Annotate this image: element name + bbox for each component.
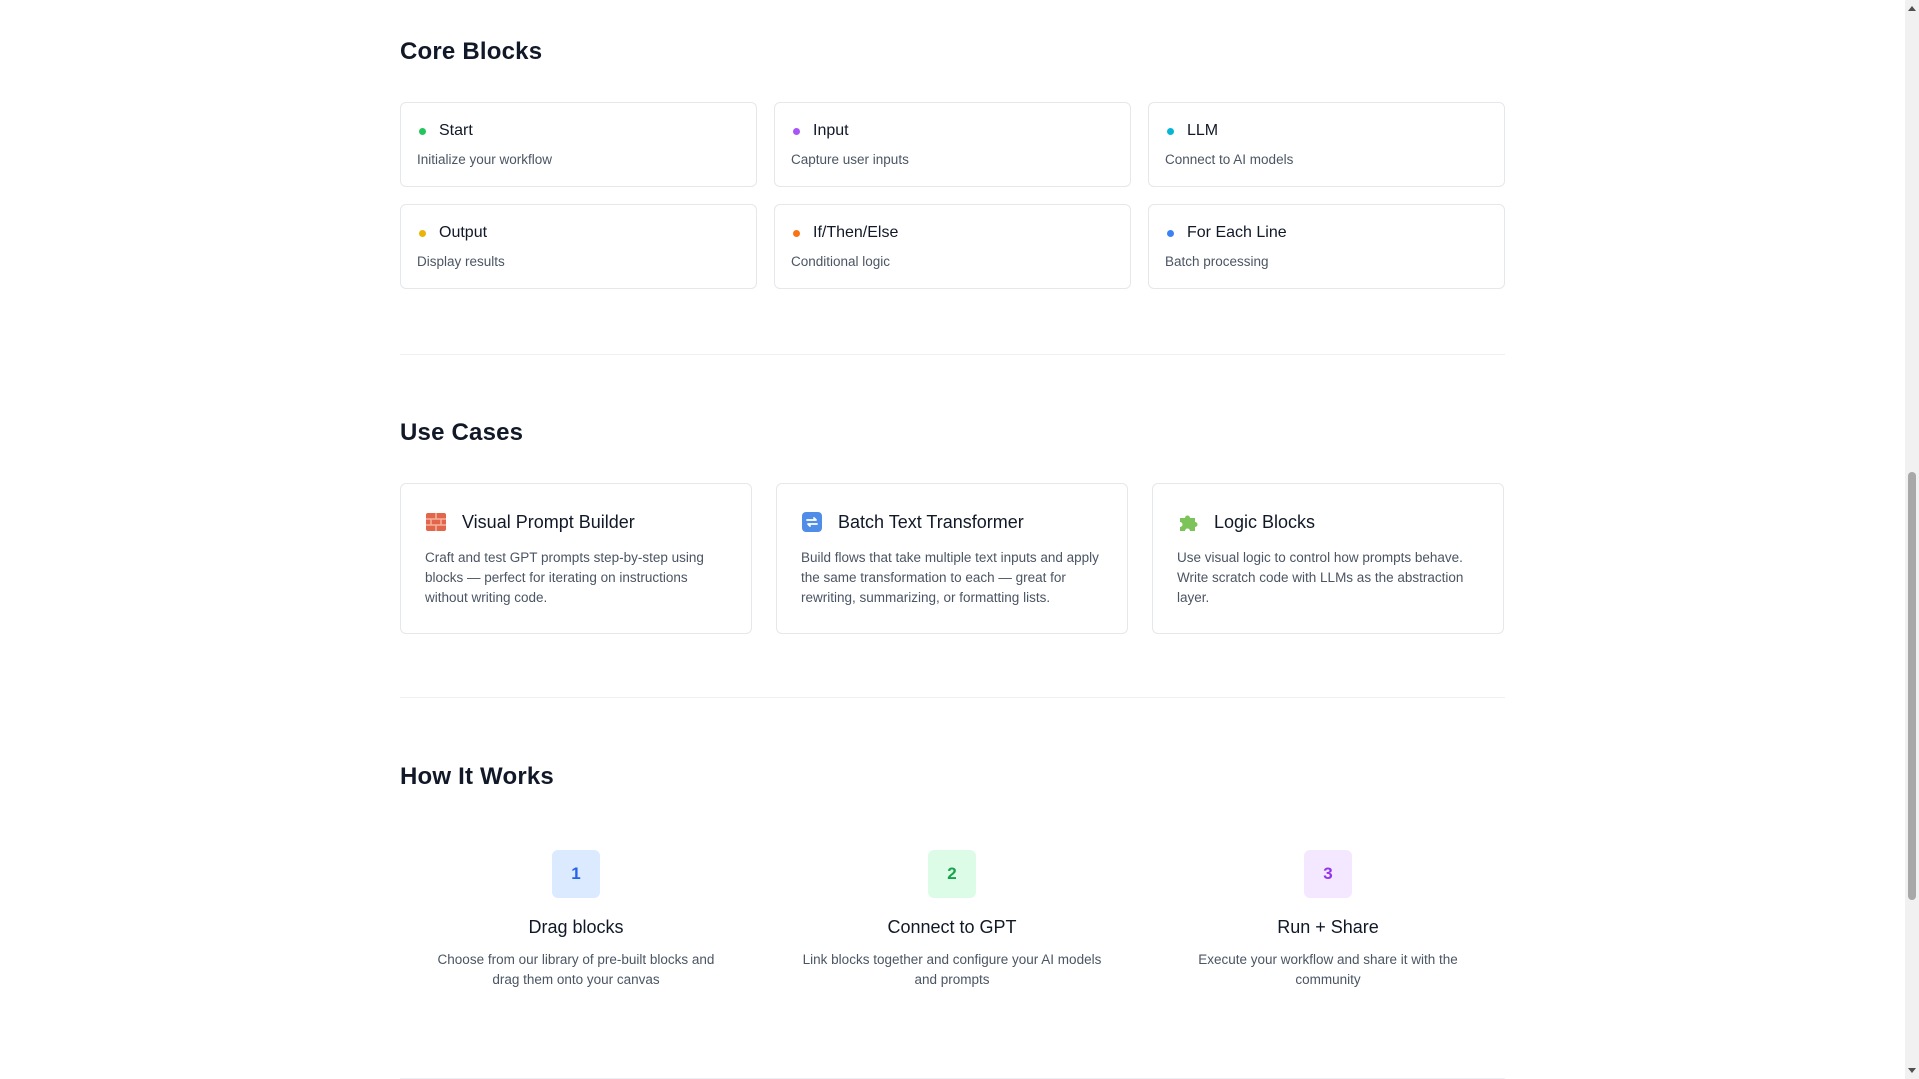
how-it-works-steps: 1 Drag blocks Choose from our library of… (400, 850, 1505, 990)
scroll-down-arrow-icon[interactable] (1908, 1068, 1916, 1073)
use-case-card-logic-blocks[interactable]: Logic Blocks Use visual logic to control… (1152, 483, 1504, 634)
puzzle-icon (1177, 511, 1199, 533)
how-it-works-heading: How It Works (400, 763, 554, 790)
status-dot (793, 127, 800, 135)
core-block-description: Capture user inputs (791, 152, 909, 167)
use-case-title: Logic Blocks (1214, 511, 1316, 532)
step-title: Connect to GPT (887, 917, 1017, 937)
use-case-card-visual-prompt-builder[interactable]: Visual Prompt Builder Craft and test GPT… (400, 483, 752, 634)
core-block-description: Initialize your workflow (417, 152, 553, 167)
core-block-name: For Each Line (1187, 224, 1287, 241)
core-block-card-for-each-line[interactable]: For Each Line Batch processing (1148, 204, 1505, 289)
core-block-name: Output (439, 224, 488, 241)
scrollbar-thumb[interactable] (1908, 472, 1916, 900)
use-case-description: Use visual logic to control how prompts … (1177, 550, 1464, 605)
core-block-description: Connect to AI models (1165, 152, 1294, 167)
status-dot (793, 229, 800, 237)
core-block-card-start[interactable]: Start Initialize your workflow (400, 102, 757, 187)
section-divider (400, 354, 1505, 355)
vertical-scrollbar[interactable] (1905, 0, 1919, 1079)
step-description: Execute your workflow and share it with … (1198, 952, 1458, 987)
core-block-name: Input (813, 122, 849, 139)
use-cases-grid: Visual Prompt Builder Craft and test GPT… (400, 483, 1505, 634)
use-case-title: Visual Prompt Builder (462, 511, 635, 532)
core-block-description: Batch processing (1165, 254, 1269, 269)
use-case-description: Build flows that take multiple text inpu… (801, 550, 1099, 605)
scroll-up-arrow-icon[interactable] (1908, 6, 1916, 11)
core-block-name: LLM (1187, 122, 1219, 139)
step-number-badge: 3 (1304, 850, 1352, 898)
core-blocks-heading: Core Blocks (400, 38, 543, 65)
core-block-description: Conditional logic (791, 254, 891, 269)
step-description: Choose from our library of pre-built blo… (437, 952, 715, 987)
section-divider (400, 697, 1505, 698)
step-title: Drag blocks (528, 917, 624, 937)
use-case-card-batch-text-transformer[interactable]: Batch Text Transformer Build flows that … (776, 483, 1128, 634)
core-block-name: Start (439, 122, 473, 139)
core-block-card-if-then-else[interactable]: If/Then/Else Conditional logic (774, 204, 1131, 289)
status-dot (1167, 127, 1174, 135)
status-dot (1167, 229, 1174, 237)
use-case-title: Batch Text Transformer (838, 511, 1024, 532)
step-drag-blocks: 1 Drag blocks Choose from our library of… (400, 850, 752, 990)
step-number-badge: 1 (552, 850, 600, 898)
page: Core Blocks Start Initialize your workfl… (0, 0, 1919, 1079)
core-block-card-llm[interactable]: LLM Connect to AI models (1148, 102, 1505, 187)
core-blocks-grid: Start Initialize your workflow Input Cap… (400, 102, 1505, 289)
repeat-icon (801, 511, 823, 533)
core-block-card-input[interactable]: Input Capture user inputs (774, 102, 1131, 187)
use-case-description: Craft and test GPT prompts step-by-step … (425, 550, 704, 605)
core-block-name: If/Then/Else (813, 224, 899, 241)
use-cases-heading: Use Cases (400, 419, 524, 446)
brick-icon (425, 511, 447, 533)
core-block-description: Display results (417, 254, 505, 269)
step-connect-to-gpt: 2 Connect to GPT Link blocks together an… (776, 850, 1128, 990)
status-dot (419, 127, 426, 135)
step-title: Run + Share (1277, 917, 1379, 937)
status-dot (419, 229, 426, 237)
core-block-card-output[interactable]: Output Display results (400, 204, 757, 289)
step-run-share: 3 Run + Share Execute your workflow and … (1152, 850, 1504, 990)
step-description: Link blocks together and configure your … (802, 952, 1102, 987)
step-number-badge: 2 (928, 850, 976, 898)
